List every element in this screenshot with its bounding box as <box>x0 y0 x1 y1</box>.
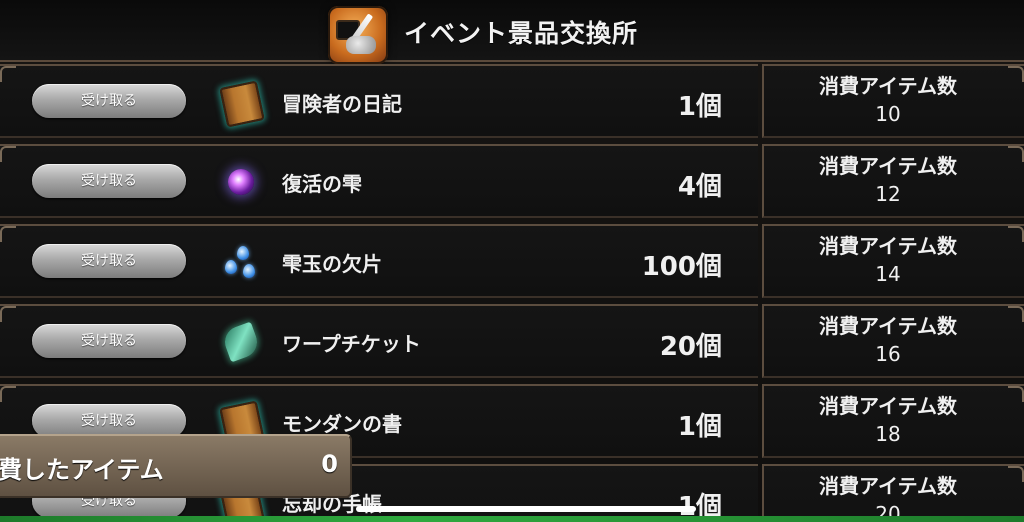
receive-button[interactable]: 受け取る <box>32 244 186 278</box>
panel-corner <box>0 226 16 242</box>
item-name: モンダンの書 <box>282 412 402 436</box>
cost-panel: 消費アイテム数 16 <box>762 304 1024 378</box>
receive-button[interactable]: 受け取る <box>32 84 186 118</box>
panel-corner <box>0 386 16 402</box>
cost-label: 消費アイテム数 <box>819 474 957 498</box>
cost-label: 消費アイテム数 <box>819 234 957 258</box>
cost-label: 消費アイテム数 <box>819 74 957 98</box>
cost-value: 12 <box>875 182 901 206</box>
receive-button[interactable]: 受け取る <box>32 404 186 438</box>
bottom-strip <box>0 516 1024 522</box>
book-icon <box>219 80 265 128</box>
page-title: イベント景品交換所 <box>404 19 639 48</box>
cost-panel: 消費アイテム数 10 <box>762 64 1024 138</box>
item-name: 冒険者の日記 <box>282 92 402 116</box>
event-shop-screen: イベント景品交換所 受け取る 冒険者の日記 1個 消費アイテム数 10 受け取る… <box>0 0 1024 522</box>
cost-value: 14 <box>875 262 901 286</box>
cost-label: 消費アイテム数 <box>819 394 957 418</box>
cost-label: 消費アイテム数 <box>819 154 957 178</box>
consumed-items-panel: 費したアイテム 0 <box>0 434 352 498</box>
item-panel: 受け取る ワープチケット 20個 <box>0 304 758 378</box>
cost-value: 16 <box>875 342 901 366</box>
item-name: 雫玉の欠片 <box>282 252 382 276</box>
list-item: 受け取る 雫玉の欠片 100個 消費アイテム数 14 <box>0 222 1024 302</box>
panel-corner <box>0 66 16 82</box>
item-panel: 受け取る 復活の雫 4個 <box>0 144 758 218</box>
cost-panel: 消費アイテム数 12 <box>762 144 1024 218</box>
list-item: 受け取る 冒険者の日記 1個 消費アイテム数 10 <box>0 62 1024 142</box>
item-quantity: 100個 <box>641 252 722 282</box>
cost-panel: 消費アイテム数 14 <box>762 224 1024 298</box>
home-indicator[interactable] <box>356 506 696 512</box>
cost-panel: 消費アイテム数 20 <box>762 464 1024 522</box>
event-shop-icon <box>328 6 388 64</box>
cost-value: 10 <box>875 102 901 126</box>
item-quantity: 1個 <box>677 92 722 122</box>
cost-panel: 消費アイテム数 18 <box>762 384 1024 458</box>
droplets-icon <box>219 240 263 284</box>
list-item: 受け取る 復活の雫 4個 消費アイテム数 12 <box>0 142 1024 222</box>
item-name: ワープチケット <box>282 332 421 356</box>
receive-button[interactable]: 受け取る <box>32 324 186 358</box>
panel-corner <box>0 146 16 162</box>
item-quantity: 20個 <box>659 332 722 362</box>
item-quantity: 1個 <box>677 412 722 442</box>
consumed-items-value: 0 <box>321 450 338 478</box>
item-panel: 受け取る 雫玉の欠片 100個 <box>0 224 758 298</box>
consumed-items-label: 費したアイテム <box>0 456 164 484</box>
receive-button[interactable]: 受け取る <box>32 164 186 198</box>
ticket-icon <box>219 320 263 364</box>
item-name: 復活の雫 <box>282 172 362 196</box>
item-quantity: 4個 <box>677 172 722 202</box>
list-item: 受け取る ワープチケット 20個 消費アイテム数 16 <box>0 302 1024 382</box>
orb-icon <box>219 160 263 204</box>
panel-corner <box>0 306 16 322</box>
cost-value: 18 <box>875 422 901 446</box>
cost-label: 消費アイテム数 <box>819 314 957 338</box>
ore-icon <box>346 36 376 54</box>
item-panel: 受け取る 冒険者の日記 1個 <box>0 64 758 138</box>
header: イベント景品交換所 <box>0 0 1024 64</box>
